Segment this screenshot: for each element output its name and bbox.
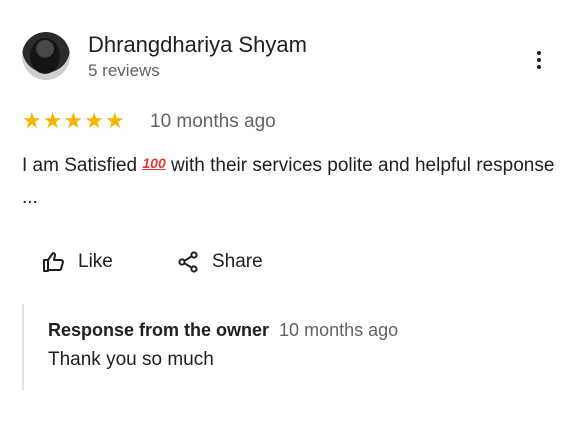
star-icon: ★ <box>42 108 63 133</box>
review-text: I am Satisfied 100 with their services p… <box>22 147 562 214</box>
reviews-count: 5 reviews <box>88 61 160 80</box>
reviewer-name[interactable]: Dhrangdhariya Shyam <box>88 32 307 58</box>
hundred-points-icon: 100 <box>142 155 166 171</box>
share-icon <box>178 251 198 273</box>
share-button[interactable]: Share <box>176 250 263 274</box>
star-icon: ★ <box>63 108 84 133</box>
like-button[interactable]: Like <box>42 250 113 274</box>
avatar[interactable] <box>22 32 70 80</box>
owner-response: Response from the owner 10 months ago Tha… <box>22 304 564 390</box>
review-text-start: I am Satisfied <box>22 155 138 176</box>
like-label: Like <box>78 251 113 272</box>
rating-stars: ★ ★ ★ ★ ★ <box>22 108 125 134</box>
star-icon: ★ <box>84 108 104 133</box>
owner-response-title: Response from the owner <box>48 320 270 340</box>
star-icon: ★ <box>104 108 125 133</box>
owner-response-date: 10 months ago <box>279 320 399 340</box>
review-date: 10 months ago <box>150 111 276 132</box>
owner-response-header: Response from the owner 10 months ago <box>48 320 398 341</box>
share-label: Share <box>212 251 263 272</box>
owner-response-text: Thank you so much <box>48 349 214 370</box>
star-icon: ★ <box>22 108 42 133</box>
thumbs-up-icon <box>43 252 64 272</box>
more-options-icon[interactable] <box>532 48 546 74</box>
